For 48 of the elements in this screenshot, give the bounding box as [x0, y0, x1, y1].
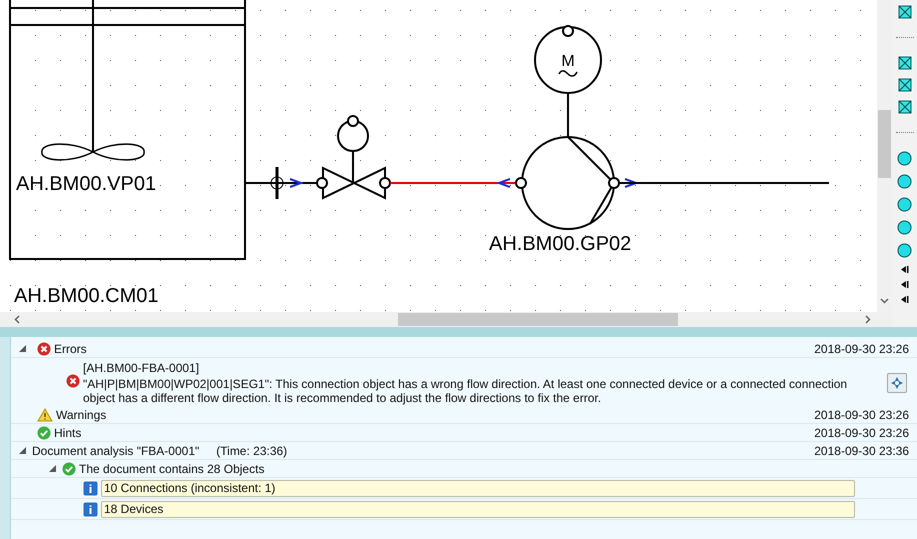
- timestamp: 2018-09-30 23:26: [814, 424, 910, 442]
- equipment-label: AH.BM00.GP02: [489, 233, 632, 255]
- expanded-arrow-icon[interactable]: [19, 447, 26, 454]
- info-field: 10 Connections (inconsistent: 1): [101, 480, 855, 496]
- group-label[interactable]: Document analysis "FBA-0001": [32, 442, 200, 460]
- circle-symbol-icon[interactable]: [897, 151, 912, 166]
- speaker-icon[interactable]: [900, 281, 908, 288]
- valve-symbol-icon[interactable]: [898, 78, 912, 92]
- circle-symbol-icon[interactable]: [897, 197, 912, 212]
- circle-symbol-icon[interactable]: [897, 243, 912, 258]
- check-icon: [62, 462, 76, 476]
- warning-icon: [37, 408, 53, 422]
- check-icon: [37, 426, 51, 440]
- equipment-label: AH.BM00.CM01: [14, 285, 158, 307]
- analysis-time: (Time: 23:36): [216, 442, 288, 460]
- chevron-left-icon[interactable]: [14, 315, 20, 324]
- group-label[interactable]: Errors: [54, 340, 87, 358]
- speaker-icon[interactable]: [900, 266, 908, 273]
- group-label[interactable]: Hints: [54, 424, 82, 442]
- expanded-arrow-icon[interactable]: [19, 345, 26, 352]
- target-icon: [890, 376, 904, 390]
- info-field: 18 Devices: [101, 500, 855, 518]
- timestamp: 2018-09-30 23:26: [814, 406, 910, 424]
- error-icon: [66, 374, 80, 388]
- circle-symbol-icon[interactable]: [897, 174, 912, 189]
- info-icon: [83, 480, 98, 496]
- group-label[interactable]: Warnings: [56, 406, 106, 424]
- equipment-label: AH.BM00.VP01: [16, 173, 156, 195]
- timestamp: 2018-09-30 23:26: [814, 340, 910, 358]
- info-icon: [83, 502, 98, 516]
- locate-button[interactable]: [887, 373, 907, 393]
- error-message: "AH|P|BM|BM00|WP02|001|SEG1": This connection object has a wrong flow direction. At least one connected device or a connected connection object has a different flow direction. It is recommended to adjust the flow directions to fix the error.: [83, 377, 848, 405]
- error-icon: [37, 342, 51, 356]
- horizontal-scrollbar[interactable]: [0, 312, 892, 327]
- chevron-right-icon[interactable]: [865, 315, 871, 324]
- valve-symbol-icon[interactable]: [898, 56, 912, 70]
- motor-label: M: [561, 53, 575, 70]
- valve-symbol-icon[interactable]: [898, 5, 912, 19]
- scrollbar-thumb[interactable]: [398, 313, 678, 326]
- circle-symbol-icon[interactable]: [897, 220, 912, 235]
- summary-label: The document contains 28 Objects: [79, 460, 264, 478]
- expanded-arrow-icon[interactable]: [49, 465, 56, 472]
- error-reference: [AH.BM00-FBA-0001]: [83, 360, 200, 377]
- chevron-down-icon[interactable]: [880, 298, 889, 304]
- speaker-icon[interactable]: [900, 296, 908, 303]
- scrollbar-thumb[interactable]: [878, 110, 891, 178]
- timestamp: 2018-09-30 23:36: [814, 442, 910, 460]
- valve-symbol-icon[interactable]: [898, 100, 912, 114]
